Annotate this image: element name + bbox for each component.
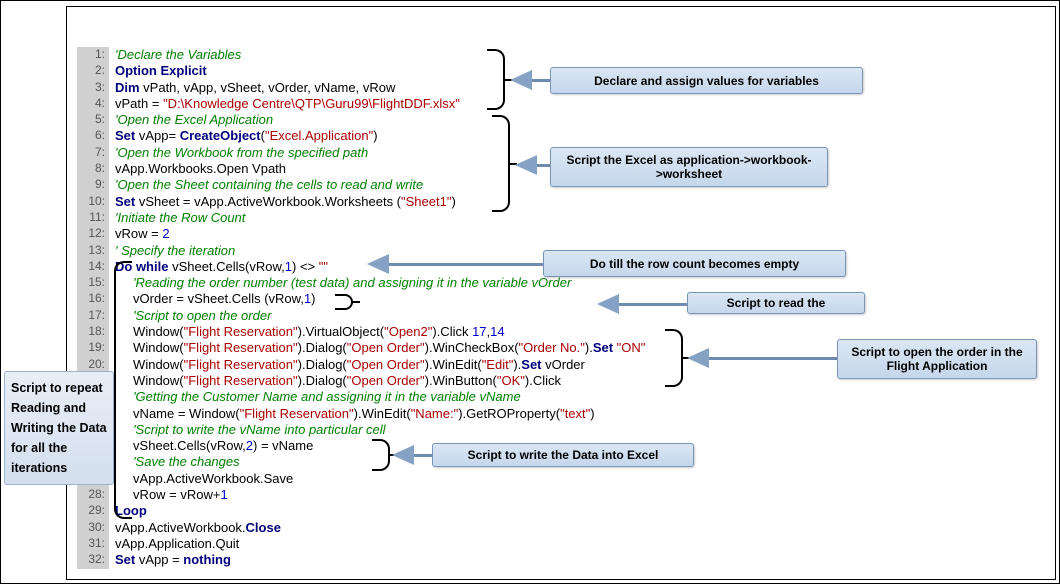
line-code: vName = Window("Flight Reservation").Win… [115, 406, 1047, 422]
code-line: 1: 'Declare the Variables [77, 47, 1047, 63]
code-listing: 1:'Declare the Variables2:Option Explici… [77, 47, 1047, 569]
line-code: 'Declare the Variables [115, 47, 1047, 63]
line-number: 16: [77, 291, 109, 307]
line-code: vRow = 2 [115, 226, 1047, 242]
line-number: 4: [77, 96, 109, 112]
line-number: 6: [77, 128, 109, 144]
line-number: 19: [77, 340, 109, 356]
line-number: 13: [77, 243, 109, 259]
arrow-declare [510, 70, 532, 90]
arrow-read [597, 294, 619, 314]
code-line: 15: 'Reading the order number (test data… [77, 275, 1047, 291]
line-number: 1: [77, 47, 109, 63]
arrow-write [392, 445, 414, 465]
brace-excel [492, 115, 510, 212]
code-line: 16: vOrder = vSheet.Cells (vRow,1) [77, 291, 1047, 307]
brace-declare [487, 49, 505, 110]
code-line: 12: vRow = 2 [77, 226, 1047, 242]
code-line: 5: 'Open the Excel Application [77, 112, 1047, 128]
code-line: 6: Set vApp= CreateObject("Excel.Applicat… [77, 128, 1047, 144]
line-number: 7: [77, 145, 109, 161]
line-code: Set vApp= CreateObject("Excel.Applicatio… [115, 128, 1047, 144]
arrow-dowhile [367, 254, 389, 274]
code-line: 29: Loop [77, 503, 1047, 519]
callout-write: Script to write the Data into Excel [432, 443, 694, 467]
line-code: vApp.ActiveWorkbook.Close [115, 520, 1047, 536]
brace-read [335, 294, 353, 310]
line-number: 5: [77, 112, 109, 128]
code-line: 24: 'Script to write the vName into part… [77, 422, 1047, 438]
callout-declare: Declare and assign values for variables [550, 67, 863, 94]
code-line: 27: vApp.ActiveWorkbook.Save [77, 471, 1047, 487]
line-number: 11: [77, 210, 109, 226]
code-line: 17: 'Script to open the order [77, 308, 1047, 324]
arrow-openorder-line [709, 357, 839, 360]
code-line: 30: vApp.ActiveWorkbook.Close [77, 520, 1047, 536]
callout-openorder: Script to open the order in the Flight A… [837, 339, 1037, 379]
line-number: 9: [77, 177, 109, 193]
callout-side: Script to repeat Reading and Writing the… [4, 371, 114, 485]
line-number: 17: [77, 308, 109, 324]
line-number: 31: [77, 536, 109, 552]
code-frame: 1:'Declare the Variables2:Option Explici… [66, 6, 1056, 580]
arrow-read-line [619, 303, 689, 306]
code-line: 11: 'Initiate the Row Count [77, 210, 1047, 226]
line-number: 15: [77, 275, 109, 291]
line-number: 3: [77, 80, 109, 96]
code-line: 28: vRow = vRow+1 [77, 487, 1047, 503]
code-line: 10: Set vSheet = vApp.ActiveWorkbook.Work… [77, 194, 1047, 210]
brace-loop [114, 261, 132, 519]
code-line: 22: 'Getting the Customer Name and assig… [77, 389, 1047, 405]
code-line: 18: Window("Flight Reservation").Virtual… [77, 324, 1047, 340]
line-number: 29: [77, 503, 109, 519]
code-line: 32: Set vApp = nothing [77, 552, 1047, 568]
line-code: vRow = vRow+1 [115, 487, 1047, 503]
code-line: 31: vApp.Application.Quit [77, 536, 1047, 552]
line-code: 'Initiate the Row Count [115, 210, 1047, 226]
line-number: 2: [77, 63, 109, 79]
line-number: 18: [77, 324, 109, 340]
line-number: 32: [77, 552, 109, 568]
brace-write [372, 439, 390, 471]
line-code: 'Reading the order number (test data) an… [115, 275, 1047, 291]
line-number: 30: [77, 520, 109, 536]
line-number: 28: [77, 487, 109, 503]
code-line: 23: vName = Window("Flight Reservation")… [77, 406, 1047, 422]
arrow-excel [515, 155, 537, 175]
callout-read: Script to read the [687, 292, 865, 314]
line-number: 14: [77, 259, 109, 275]
arrow-openorder [687, 348, 709, 368]
arrow-write-line [414, 454, 434, 457]
line-number: 10: [77, 194, 109, 210]
line-code: vApp.ActiveWorkbook.Save [115, 471, 1047, 487]
line-code: vPath = "D:\Knowledge Centre\QTP\Guru99\… [115, 96, 1047, 112]
brace-openorder [665, 329, 683, 387]
line-code: 'Getting the Customer Name and assigning… [115, 389, 1047, 405]
line-code: 'Script to write the vName into particul… [115, 422, 1047, 438]
line-code: vOrder = vSheet.Cells (vRow,1) [115, 291, 1047, 307]
line-code: vApp.Application.Quit [115, 536, 1047, 552]
line-code: 'Script to open the order [115, 308, 1047, 324]
line-code: 'Open the Excel Application [115, 112, 1047, 128]
line-number: 8: [77, 161, 109, 177]
callout-dowhile: Do till the row count becomes empty [543, 250, 846, 277]
code-line: 4: vPath = "D:\Knowledge Centre\QTP\Guru9… [77, 96, 1047, 112]
arrow-dowhile-line [389, 263, 544, 266]
arrow-declare-line [532, 79, 552, 82]
line-code: Set vSheet = vApp.ActiveWorkbook.Workshe… [115, 194, 1047, 210]
line-code: Set vApp = nothing [115, 552, 1047, 568]
line-number: 12: [77, 226, 109, 242]
line-code: Window("Flight Reservation").VirtualObje… [115, 324, 1047, 340]
line-code: Loop [115, 503, 1047, 519]
callout-excel: Script the Excel as application->workboo… [550, 147, 828, 187]
